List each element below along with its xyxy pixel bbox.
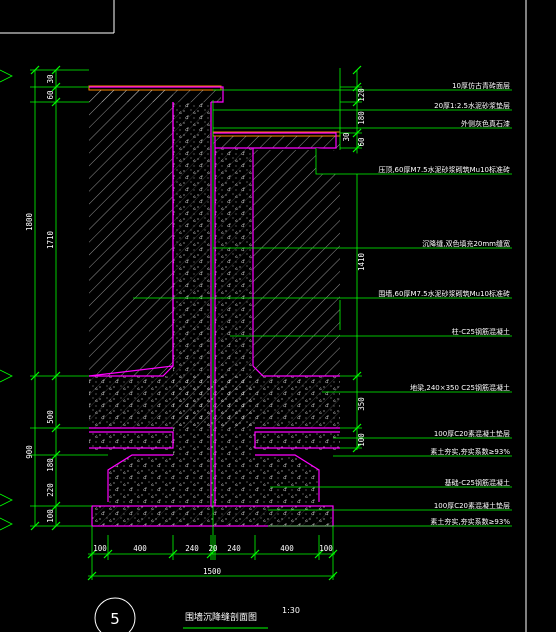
- dim-bottom-5: 240: [227, 544, 241, 553]
- annotation-4: 压顶,60厚M7.5水泥砂浆砌筑Mu10标准砖: [378, 165, 510, 174]
- dim-bottom-2: 400: [133, 544, 147, 553]
- dim-bottom-6: 400: [280, 544, 294, 553]
- dim-overall: 1500: [203, 567, 222, 576]
- right-dimension-text: 120 180 30 60 1410 350 100: [342, 88, 366, 447]
- dim-left-inner-3: 1710: [46, 230, 55, 249]
- annotation-10: 素土夯实,夯实系数≥93%: [430, 447, 510, 456]
- dim-left-inner-1: 30: [46, 74, 55, 84]
- drawing-title: 围墙沉降缝剖面图: [185, 611, 257, 623]
- dim-left-inner-6: 220: [46, 483, 55, 497]
- dim-right-1: 120: [357, 88, 366, 102]
- drawing-scale: 1:30: [282, 606, 300, 615]
- left-footing: [108, 455, 173, 506]
- wall-section: [88, 85, 341, 527]
- annotation-13: 素土夯实,夯实系数≥93%: [430, 517, 510, 526]
- dim-left-outer-1: 1800: [25, 212, 34, 231]
- annotation-labels: 10厚仿古青砖面层 20厚1:2.5水泥砂浆垫层 外侧灰色真石漆 压顶,60厚M…: [378, 81, 510, 526]
- annotation-12: 100厚C20素混凝土垫层: [434, 501, 510, 510]
- dim-left-outer-2: 900: [25, 445, 34, 459]
- dim-right-4: 60: [357, 137, 366, 147]
- dim-left-inner-5: 180: [46, 458, 55, 472]
- annotation-6: 围墙,60厚M7.5水泥砂浆砌筑Mu10标准砖: [378, 289, 510, 298]
- annotation-1: 10厚仿古青砖面层: [452, 81, 510, 90]
- dim-right-6: 350: [357, 397, 366, 411]
- left-dimension-text: 1800 900 30 60 1710 500 180 220 100: [25, 74, 55, 523]
- dim-bottom-3: 240: [185, 544, 199, 553]
- dim-right-3: 30: [342, 132, 351, 142]
- dim-bottom-7: 100: [319, 544, 333, 553]
- detail-number: 5: [110, 610, 120, 628]
- annotation-11: 基础-C25钢筋混凝土: [445, 478, 510, 487]
- annotation-5: 沉降缝,双色填充20mm缝宽: [422, 239, 510, 248]
- right-footing: [255, 455, 319, 506]
- right-brick-wall: [253, 150, 340, 376]
- cad-drawing: 10厚仿古青砖面层 20厚1:2.5水泥砂浆垫层 外侧灰色真石漆 压顶,60厚M…: [0, 0, 527, 632]
- dim-right-7: 100: [357, 433, 366, 447]
- dim-bottom-1: 100: [93, 544, 107, 553]
- annotation-8: 地梁,240×350 C25钢筋混凝土: [410, 383, 510, 392]
- dim-bottom-4: 20: [208, 544, 218, 553]
- dim-right-5: 1410: [357, 252, 366, 271]
- dim-left-inner-4: 500: [46, 410, 55, 424]
- dim-right-2: 180: [357, 111, 366, 125]
- dim-left-inner-7: 100: [46, 509, 55, 523]
- dim-left-inner-2: 60: [46, 90, 55, 100]
- annotation-2: 20厚1:2.5水泥砂浆垫层: [434, 101, 510, 110]
- annotation-3: 外侧灰色真石漆: [461, 119, 510, 128]
- annotation-9: 100厚C20素混凝土垫层: [434, 429, 510, 438]
- left-brick-wall: [89, 90, 173, 376]
- annotation-7: 柱-C25钢筋混凝土: [452, 327, 510, 336]
- title-block: 5 围墙沉降缝剖面图 1:30: [94, 597, 300, 632]
